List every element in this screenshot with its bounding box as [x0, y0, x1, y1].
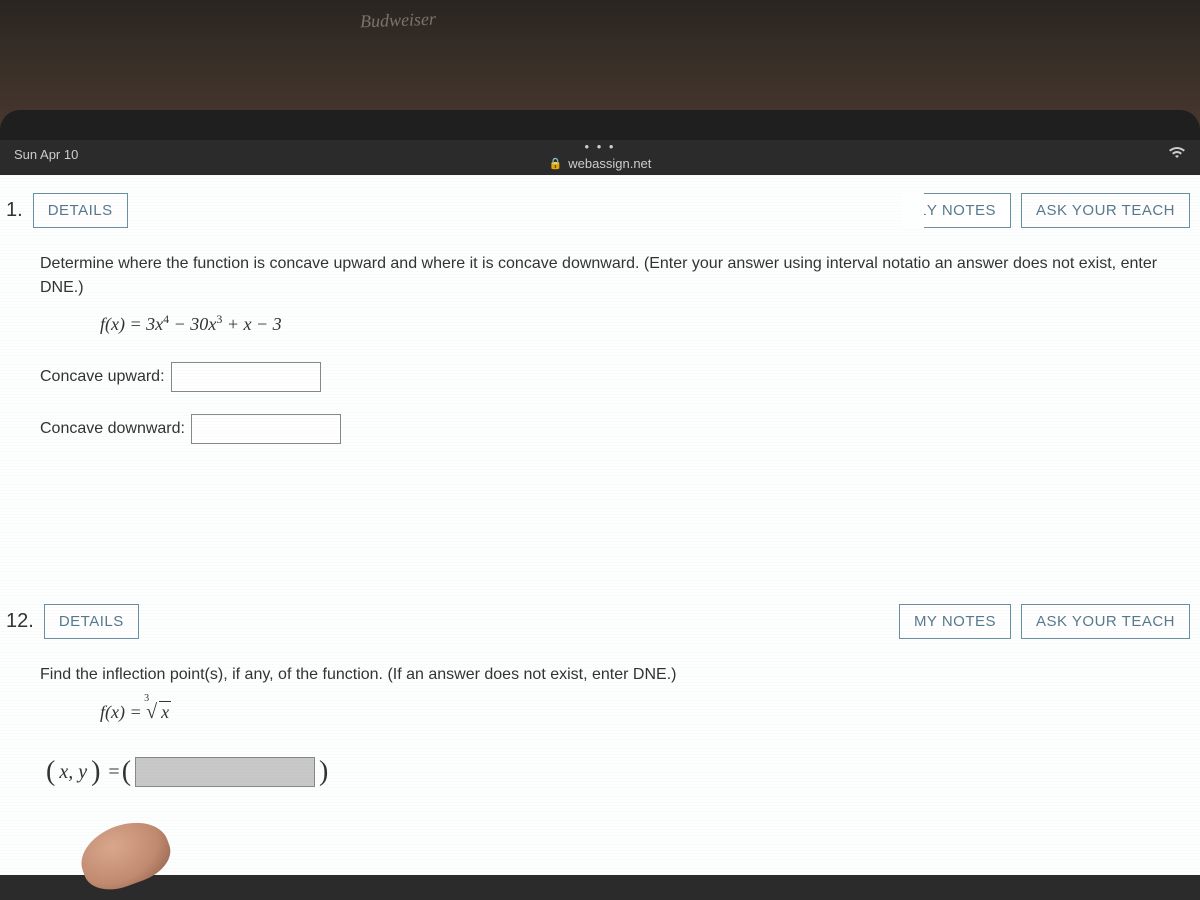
concave-upward-input[interactable] [171, 362, 321, 392]
ask-teacher-button[interactable]: ASK YOUR TEACH [1021, 604, 1190, 639]
concave-downward-input[interactable] [191, 414, 341, 444]
inflection-point-input[interactable] [135, 757, 315, 787]
my-notes-button[interactable]: 1Y NOTES [903, 193, 1011, 228]
my-notes-button[interactable]: MY NOTES [899, 604, 1011, 639]
wifi-icon [1168, 146, 1186, 163]
root-index: 3 [144, 691, 149, 706]
lock-icon: 🔒 [549, 157, 563, 170]
status-time: Sun Apr 10 [14, 147, 78, 162]
tablet-device: Sun Apr 10 • • • 🔒 webassign.net 1. DETA… [0, 110, 1200, 900]
question-12-number: 12. [6, 610, 34, 633]
browser-viewport: 1. DETAILS 1Y NOTES ASK YOUR TEACH Deter… [0, 175, 1200, 875]
question-1-header: 1. DETAILS 1Y NOTES ASK YOUR TEACH [10, 193, 1190, 228]
url-text[interactable]: webassign.net [568, 156, 651, 171]
beer-label-text: Budweiser [360, 9, 437, 33]
question-12-body: Find the inflection point(s), if any, of… [10, 663, 1190, 823]
status-bar: Sun Apr 10 • • • 🔒 webassign.net [0, 140, 1200, 169]
xy-label: x, y [59, 757, 87, 787]
question-gap [0, 496, 1200, 586]
inflection-point-row: ( x, y ) = ( ) [46, 751, 1170, 793]
question-1-formula: f(x) = 3x4 − 30x3 + x − 3 [100, 310, 1170, 338]
question-12: 12. DETAILS MY NOTES ASK YOUR TEACH Find… [0, 586, 1200, 823]
cuberoot-expression: 3 √x [146, 697, 171, 727]
concave-downward-row: Concave downward: [40, 414, 1170, 444]
close-paren: ) [319, 751, 328, 793]
details-button[interactable]: DETAILS [33, 193, 128, 228]
concave-downward-label: Concave downward: [40, 417, 185, 441]
finger-occlusion [72, 811, 177, 898]
root-radicand: x [159, 701, 171, 722]
question-1: 1. DETAILS 1Y NOTES ASK YOUR TEACH Deter… [0, 175, 1200, 496]
question-1-number: 1. [6, 199, 23, 222]
open-paren: ( [46, 751, 55, 793]
concave-upward-label: Concave upward: [40, 365, 165, 389]
question-12-instruction: Find the inflection point(s), if any, of… [40, 663, 1170, 687]
question-1-body: Determine where the function is concave … [10, 252, 1190, 496]
close-paren-left: ) [91, 751, 100, 793]
details-button[interactable]: DETAILS [44, 604, 139, 639]
concave-upward-row: Concave upward: [40, 362, 1170, 392]
question-1-instruction: Determine where the function is concave … [40, 252, 1170, 300]
question-12-header: 12. DETAILS MY NOTES ASK YOUR TEACH [10, 604, 1190, 639]
tab-switcher-dots[interactable]: • • • [549, 139, 652, 154]
open-paren-2: ( [122, 751, 131, 793]
question-12-formula: f(x) = 3 √x [100, 697, 1170, 727]
equals-open: = [108, 757, 119, 787]
status-center: • • • 🔒 webassign.net [549, 139, 652, 171]
ask-teacher-button[interactable]: ASK YOUR TEACH [1021, 193, 1190, 228]
